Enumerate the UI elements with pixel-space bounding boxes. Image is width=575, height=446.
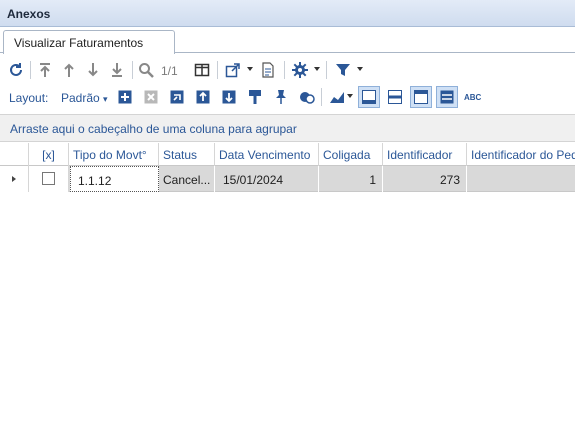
row-indicator-arrow-icon bbox=[12, 176, 16, 182]
move-first-icon[interactable] bbox=[34, 59, 56, 81]
tab-visualizar-faturamentos[interactable]: Visualizar Faturamentos bbox=[3, 30, 175, 54]
cell-pedido[interactable] bbox=[467, 166, 575, 192]
gear-icon[interactable] bbox=[289, 59, 311, 81]
search-icon[interactable] bbox=[135, 59, 157, 81]
cell-select[interactable] bbox=[29, 166, 69, 192]
cell-tipo[interactable]: 1.1.12 bbox=[70, 166, 159, 192]
cell-status[interactable]: Cancel... bbox=[159, 166, 215, 192]
export-icon[interactable] bbox=[222, 59, 244, 81]
svg-text:ABC: ABC bbox=[464, 93, 482, 102]
layout-select[interactable]: Padrão ▾ bbox=[61, 91, 108, 105]
settings-dropdown-icon[interactable] bbox=[314, 67, 320, 71]
abc-icon[interactable]: ABC bbox=[463, 86, 485, 108]
main-toolbar: 1/1 bbox=[0, 57, 575, 83]
row-checkbox[interactable] bbox=[42, 172, 55, 185]
tab-label: Visualizar Faturamentos bbox=[14, 36, 144, 50]
refresh-icon[interactable] bbox=[5, 59, 27, 81]
pin-icon[interactable] bbox=[270, 86, 292, 108]
view-mode-2-icon[interactable] bbox=[384, 86, 406, 108]
layout-label: Layout: bbox=[9, 91, 49, 105]
column-header-select[interactable]: [x] bbox=[29, 143, 69, 166]
group-by-area[interactable]: Arraste aqui o cabeçalho de uma coluna p… bbox=[0, 114, 575, 142]
cell-coligada[interactable]: 1 bbox=[319, 166, 383, 192]
move-last-icon[interactable] bbox=[106, 59, 128, 81]
column-header-status[interactable]: Status bbox=[159, 143, 215, 166]
split-view-icon[interactable] bbox=[191, 59, 213, 81]
chart-dropdown-icon[interactable] bbox=[347, 94, 353, 98]
shapes-icon[interactable] bbox=[296, 86, 318, 108]
filter-icon[interactable] bbox=[332, 59, 354, 81]
column-header-coligada[interactable]: Coligada bbox=[319, 143, 383, 166]
report-icon[interactable] bbox=[257, 59, 279, 81]
add-icon[interactable] bbox=[114, 86, 136, 108]
paint-brush-icon[interactable] bbox=[244, 86, 266, 108]
move-down-icon[interactable] bbox=[82, 59, 104, 81]
delete-icon[interactable] bbox=[140, 86, 162, 108]
panel-title: Anexos bbox=[7, 7, 51, 21]
chart-icon[interactable] bbox=[326, 86, 348, 108]
table-row[interactable]: 1.1.12 Cancel... 15/01/2024 1 273 bbox=[0, 166, 575, 192]
column-header-tipo[interactable]: Tipo do Movt° bbox=[69, 143, 159, 166]
column-header-pedido[interactable]: Identificador do Pedido bbox=[467, 143, 575, 166]
column-header-identificador[interactable]: Identificador bbox=[383, 143, 467, 166]
tab-strip: Visualizar Faturamentos bbox=[0, 27, 575, 54]
upload-icon[interactable] bbox=[192, 86, 214, 108]
download-icon[interactable] bbox=[218, 86, 240, 108]
export-dropdown-icon[interactable] bbox=[247, 67, 253, 71]
row-indicator[interactable] bbox=[0, 166, 29, 192]
cell-identificador[interactable]: 273 bbox=[383, 166, 467, 192]
group-by-hint: Arraste aqui o cabeçalho de uma coluna p… bbox=[10, 122, 297, 136]
paging-indicator: 1/1 bbox=[161, 64, 178, 78]
layout-toolbar: Layout: Padrão ▾ ABC bbox=[0, 84, 575, 110]
panel-titlebar: Anexos bbox=[0, 0, 575, 27]
row-indicator-header bbox=[0, 143, 29, 166]
column-header-vencimento[interactable]: Data Vencimento bbox=[215, 143, 319, 166]
view-mode-1-icon[interactable] bbox=[358, 86, 380, 108]
cell-vencimento[interactable]: 15/01/2024 bbox=[215, 166, 319, 192]
move-up-icon[interactable] bbox=[58, 59, 80, 81]
view-mode-4-icon[interactable] bbox=[436, 86, 458, 108]
apply-icon[interactable] bbox=[166, 86, 188, 108]
layout-select-value: Padrão bbox=[61, 91, 100, 105]
filter-dropdown-icon[interactable] bbox=[357, 67, 363, 71]
grid-header-row: [x] Tipo do Movt° Status Data Vencimento… bbox=[0, 143, 575, 166]
view-mode-3-icon[interactable] bbox=[410, 86, 432, 108]
